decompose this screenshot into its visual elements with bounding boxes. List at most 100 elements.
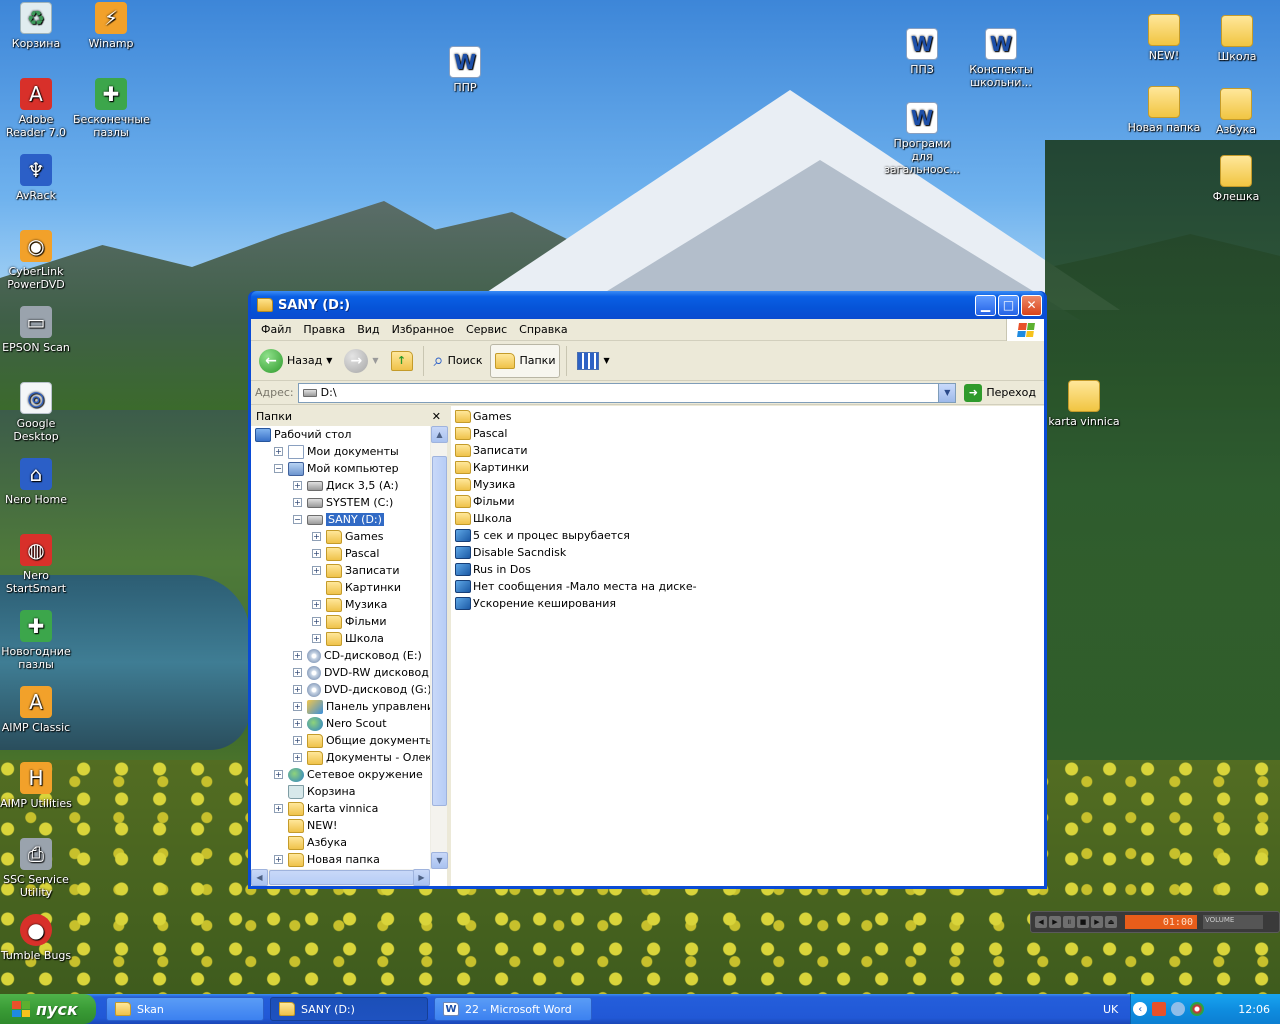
tree-item[interactable]: + Диск 3,5 (A:) [251,477,430,494]
tree-item[interactable]: + Записати [251,562,430,579]
scroll-thumb[interactable] [432,456,447,806]
tray-volume-icon[interactable] [1171,1002,1186,1016]
desktop-icon-aimp-utilities[interactable]: H AIMP Utilities [0,762,74,810]
scroll-thumb[interactable] [269,870,414,885]
desktop-icon-nero-home[interactable]: ⌂ Nero Home [0,458,74,506]
scroll-up-button[interactable]: ▲ [431,426,448,443]
desktop-icon-doc-ppr[interactable]: W ППР [427,46,503,94]
tree-item[interactable]: + SYSTEM (C:) [251,494,430,511]
tree-item[interactable]: + Общие документы [251,732,430,749]
task-sany-d[interactable]: SANY (D:) [270,997,428,1021]
language-indicator[interactable]: UK [1103,1003,1118,1016]
tree-item[interactable]: + DVD-RW дисковод (F:) [251,664,430,681]
search-button[interactable]: ⌕ Поиск [430,344,487,378]
expand-toggle-icon[interactable]: + [274,855,283,864]
expand-toggle-icon[interactable]: + [312,566,321,575]
task-word[interactable]: W 22 - Microsoft Word [434,997,592,1021]
menu-help[interactable]: Справка [513,323,573,336]
desktop-icon-doc-ppz[interactable]: W ППЗ [884,28,960,76]
file-item[interactable]: Нет сообщения -Мало места на диске- [455,578,1044,595]
tree-item[interactable]: + Games [251,528,430,545]
expand-toggle-icon[interactable]: + [293,481,302,490]
close-pane-button[interactable]: ✕ [432,410,441,423]
close-button[interactable]: ✕ [1021,294,1042,316]
expand-toggle-icon[interactable]: + [293,498,302,507]
go-button[interactable]: ➜ Переход [960,383,1040,402]
tree-item[interactable]: Корзина [251,783,430,800]
tray-app-icon[interactable] [1152,1002,1167,1016]
folders-button[interactable]: Папки [490,343,561,378]
file-item[interactable]: Rus in Dos [455,561,1044,578]
tray-expand-icon[interactable]: ‹ [1133,1002,1148,1016]
tree-item[interactable]: Картинки [251,579,430,596]
address-field[interactable]: D:\ ▼ [297,382,957,403]
desktop-icon-puzzles[interactable]: ✚ Бесконечные пазлы [73,78,150,139]
file-item[interactable]: Disable Sacndisk [455,544,1044,561]
file-item[interactable]: Games [455,408,1044,425]
expand-toggle-icon[interactable]: + [312,532,321,541]
tree-item[interactable]: Азбука [251,834,430,851]
tree-item[interactable]: + Школа [251,630,430,647]
maximize-button[interactable]: □ [998,294,1019,316]
file-item[interactable]: Фільми [455,493,1044,510]
desktop-icon-folder-novaya[interactable]: Новая папка [1126,86,1202,134]
expand-toggle-icon[interactable]: + [312,617,321,626]
tree-item[interactable]: + Сетевое окружение [251,766,430,783]
views-button[interactable]: ▼ [573,344,613,378]
expand-toggle-icon[interactable]: − [274,464,283,473]
tree-item[interactable]: + CD-дисковод (E:) [251,647,430,664]
expand-toggle-icon[interactable]: + [293,736,302,745]
desktop-icon-recycle-bin[interactable]: ♻ Корзина [0,2,74,50]
play-icon[interactable]: ▶ [1049,916,1061,928]
desktop-icon-folder-fleshka[interactable]: Флешка [1198,155,1274,203]
back-button[interactable]: ← Назад ▼ [255,344,336,378]
tree-vertical-scrollbar[interactable]: ▲ ▼ [430,426,448,869]
desktop-icon-google-desktop[interactable]: ◎ Google Desktop [0,382,74,443]
expand-toggle-icon[interactable]: + [274,770,283,779]
stop-icon[interactable]: ■ [1077,916,1089,928]
desktop-icon-folder-shkola[interactable]: Школа [1199,15,1275,63]
desktop-icon-doc-programy[interactable]: W Програми для загальноос... [884,102,960,176]
expand-toggle-icon[interactable]: + [312,634,321,643]
tree-item[interactable]: + Мои документы [251,443,430,460]
expand-toggle-icon[interactable]: − [293,515,302,524]
menu-tools[interactable]: Сервис [460,323,513,336]
tree-item[interactable]: + Фільми [251,613,430,630]
task-skan[interactable]: Skan [106,997,264,1021]
file-item[interactable]: Картинки [455,459,1044,476]
file-item[interactable]: Pascal [455,425,1044,442]
tray-google-icon[interactable] [1190,1002,1205,1016]
tree-item[interactable]: + Панель управления [251,698,430,715]
desktop-icon-avrack[interactable]: ♆ AvRack [0,154,74,202]
expand-toggle-icon[interactable]: + [274,804,283,813]
scroll-left-button[interactable]: ◀ [251,869,268,886]
pause-icon[interactable]: ॥ [1063,916,1075,928]
tree-item[interactable]: NEW! [251,817,430,834]
expand-toggle-icon[interactable]: + [293,668,302,677]
desktop-icon-folder-new[interactable]: NEW! [1126,14,1202,62]
tree-item[interactable]: + karta vinnica [251,800,430,817]
expand-toggle-icon[interactable]: + [293,685,302,694]
menu-file[interactable]: Файл [255,323,297,336]
up-button[interactable]: ↑ [387,344,417,378]
file-item[interactable]: 5 сек и процес вырубается [455,527,1044,544]
explorer-window[interactable]: SANY (D:) ▁ □ ✕ Файл Правка Вид Избранно… [248,291,1047,889]
desktop-icon-ssc-service[interactable]: ⎙ SSC Service Utility [0,838,74,899]
desktop-icon-nero-startsmart[interactable]: ◍ Nero StartSmart [0,534,74,595]
menu-view[interactable]: Вид [351,323,385,336]
tree-horizontal-scrollbar[interactable]: ◀ ▶ [251,869,430,886]
desktop-icon-powerdvd[interactable]: ◉ CyberLink PowerDVD [0,230,74,291]
desktop-icon-new-year-puzzles[interactable]: ✚ Новогодние пазлы [0,610,74,671]
scroll-right-button[interactable]: ▶ [413,869,430,886]
expand-toggle-icon[interactable]: + [293,753,302,762]
file-item[interactable]: Записати [455,442,1044,459]
tree-item[interactable]: + Pascal [251,545,430,562]
tree-item[interactable]: + Nero Scout [251,715,430,732]
tree-item[interactable]: + Новая папка [251,851,430,868]
eject-icon[interactable]: ⏏ [1105,916,1117,928]
player-volume[interactable]: VOLUME [1203,915,1263,929]
expand-toggle-icon[interactable]: + [274,447,283,456]
window-titlebar[interactable]: SANY (D:) ▁ □ ✕ [251,291,1044,319]
minimize-button[interactable]: ▁ [975,294,996,316]
desktop-icon-folder-azbuka[interactable]: Азбука [1198,88,1274,136]
